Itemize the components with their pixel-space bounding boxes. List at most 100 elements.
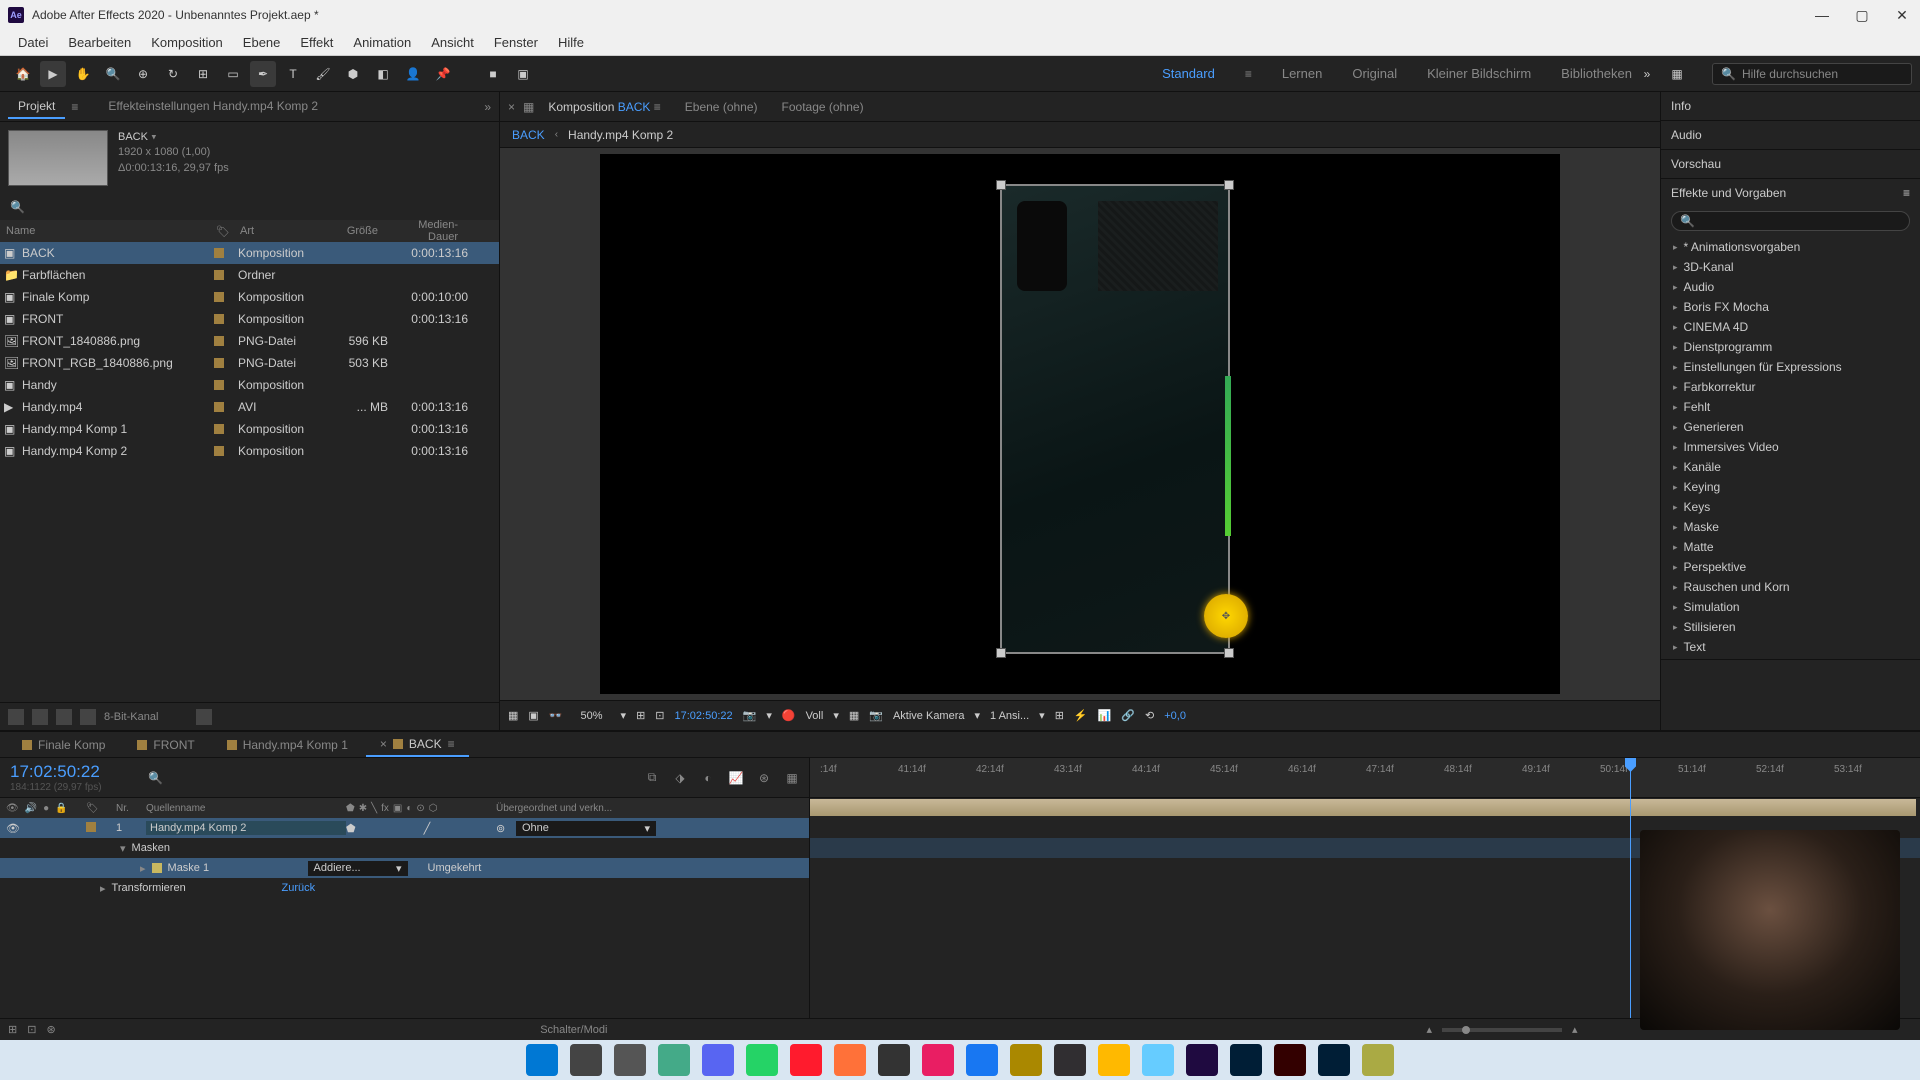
frame-blend-icon[interactable]: ⬗ — [671, 769, 689, 787]
project-search-icon[interactable]: 🔍 — [10, 200, 25, 214]
taskbar-explorer[interactable] — [658, 1044, 690, 1076]
interpret-icon[interactable] — [8, 709, 24, 725]
help-search[interactable]: 🔍 Hilfe durchsuchen — [1712, 63, 1912, 85]
effect-category[interactable]: Rauschen und Korn — [1661, 577, 1920, 597]
timeline-search-icon[interactable]: 🔍 — [148, 771, 163, 785]
zoom-level[interactable]: 50% — [573, 708, 611, 724]
taskbar-obs[interactable] — [1054, 1044, 1086, 1076]
shy-icon[interactable]: ⧉ — [643, 769, 661, 787]
project-item[interactable]: ▣Finale Komp Komposition 0:00:10:00 — [0, 286, 499, 308]
mask-invert[interactable]: Umgekehrt — [428, 862, 482, 874]
taskbar-ae[interactable] — [1186, 1044, 1218, 1076]
timeline-tab[interactable]: Finale Komp — [8, 734, 119, 756]
effect-category[interactable]: * Animationsvorgaben — [1661, 237, 1920, 257]
effect-category[interactable]: Keying — [1661, 477, 1920, 497]
zoom-tool[interactable]: 🔍 — [100, 61, 126, 87]
menu-animation[interactable]: Animation — [343, 35, 421, 50]
taskbar-app3[interactable] — [1362, 1044, 1394, 1076]
safe-icon[interactable]: ⊡ — [655, 709, 664, 722]
taskbar-firefox[interactable] — [834, 1044, 866, 1076]
timeline-tab[interactable]: FRONT — [123, 734, 208, 756]
playhead[interactable] — [1630, 758, 1631, 1018]
stroke-swatch[interactable]: ▣ — [510, 61, 536, 87]
taskbar-ai[interactable] — [1274, 1044, 1306, 1076]
puppet-tool[interactable]: 📌 — [430, 61, 456, 87]
comp-tab[interactable]: Komposition BACK ≡ — [538, 96, 670, 118]
effect-category[interactable]: Generieren — [1661, 417, 1920, 437]
effect-category[interactable]: Farbkorrektur — [1661, 377, 1920, 397]
handle-br[interactable] — [1224, 648, 1234, 658]
audio-panel-tab[interactable]: Audio — [1661, 121, 1920, 149]
menu-bearbeiten[interactable]: Bearbeiten — [58, 35, 141, 50]
hand-tool[interactable]: ✋ — [70, 61, 96, 87]
camera-dropdown[interactable]: Aktive Kamera — [893, 710, 965, 722]
resolution-dropdown[interactable]: Voll — [806, 710, 824, 722]
effect-settings-tab[interactable]: Effekteinstellungen Handy.mp4 Komp 2 — [98, 95, 328, 119]
effects-panel-tab[interactable]: Effekte und Vorgaben≡ — [1661, 179, 1920, 207]
toggle-brain-icon[interactable]: ⊛ — [46, 1023, 55, 1036]
bit-depth[interactable]: 8-Bit-Kanal — [104, 711, 158, 723]
toggle-switches-icon[interactable]: ⊞ — [8, 1023, 17, 1036]
project-item[interactable]: 🖼FRONT_1840886.png PNG-Datei 596 KB — [0, 330, 499, 352]
effect-category[interactable]: Immersives Video — [1661, 437, 1920, 457]
menu-effekt[interactable]: Effekt — [290, 35, 343, 50]
effect-category[interactable]: Boris FX Mocha — [1661, 297, 1920, 317]
transparency-icon[interactable]: ▦ — [849, 709, 859, 722]
timeline-timecode[interactable]: 17:02:50:22 — [10, 762, 130, 782]
effect-category[interactable]: Stilisieren — [1661, 617, 1920, 637]
timeline-icon[interactable]: 📊 — [1098, 709, 1112, 722]
reset-exposure-icon[interactable]: ⟲ — [1145, 709, 1154, 722]
motion-blur-icon[interactable]: ◐ — [699, 769, 717, 787]
comp-tab[interactable]: Ebene (ohne) — [675, 96, 768, 118]
col-tag[interactable]: 🏷 — [210, 225, 234, 238]
phone-layer[interactable]: ✥ — [1000, 184, 1230, 654]
timeline-tab[interactable]: Handy.mp4 Komp 1 — [213, 734, 362, 756]
project-item[interactable]: ▣Handy.mp4 Komp 1 Komposition 0:00:13:16 — [0, 418, 499, 440]
col-name[interactable]: Name — [0, 225, 210, 237]
new-folder-icon[interactable] — [56, 709, 72, 725]
workspace-lernen[interactable]: Lernen — [1282, 66, 1322, 81]
snapshot-icon[interactable]: 📷 — [743, 709, 757, 722]
flowchart-icon[interactable]: 🔗 — [1121, 709, 1135, 722]
switches-modes-toggle[interactable]: Schalter/Modi — [66, 1024, 1082, 1036]
menu-ebene[interactable]: Ebene — [233, 35, 291, 50]
taskbar-opera[interactable] — [790, 1044, 822, 1076]
project-item[interactable]: ▣BACK Komposition 0:00:13:16 — [0, 242, 499, 264]
effects-search[interactable]: 🔍 — [1671, 211, 1910, 231]
menu-hilfe[interactable]: Hilfe — [548, 35, 594, 50]
taskbar-ps[interactable] — [1230, 1044, 1262, 1076]
taskbar-app2[interactable] — [1010, 1044, 1042, 1076]
taskbar-folder[interactable] — [1098, 1044, 1130, 1076]
crumb-item[interactable]: Handy.mp4 Komp 2 — [568, 128, 673, 142]
pen-tool[interactable]: ✒ — [250, 61, 276, 87]
effect-category[interactable]: 3D-Kanal — [1661, 257, 1920, 277]
effect-category[interactable]: Text — [1661, 637, 1920, 657]
mask-mode-dropdown[interactable]: Addiere...▾ — [308, 861, 408, 876]
project-item[interactable]: ▣Handy.mp4 Komp 2 Komposition 0:00:13:16 — [0, 440, 499, 462]
effect-category[interactable]: Fehlt — [1661, 397, 1920, 417]
minimize-button[interactable]: — — [1812, 7, 1832, 24]
comp-tab[interactable]: Footage (ohne) — [772, 96, 874, 118]
project-item[interactable]: ▶Handy.mp4 AVI ... MB 0:00:13:16 — [0, 396, 499, 418]
project-item[interactable]: 🖼FRONT_RGB_1840886.png PNG-Datei 503 KB — [0, 352, 499, 374]
taskbar-windows[interactable] — [526, 1044, 558, 1076]
composition-viewer[interactable]: ✥ — [500, 148, 1660, 700]
pixel-aspect-icon[interactable]: ⊞ — [1055, 709, 1064, 722]
project-item[interactable]: ▣FRONT Komposition 0:00:13:16 — [0, 308, 499, 330]
taskbar-search[interactable] — [570, 1044, 602, 1076]
roto-tool[interactable]: 👤 — [400, 61, 426, 87]
view-dropdown[interactable]: 1 Ansi... — [990, 710, 1029, 722]
effect-category[interactable]: Matte — [1661, 537, 1920, 557]
effect-category[interactable]: Kanäle — [1661, 457, 1920, 477]
menu-ansicht[interactable]: Ansicht — [421, 35, 484, 50]
taskbar-notepad[interactable] — [1142, 1044, 1174, 1076]
timeline-tab[interactable]: × BACK ≡ — [366, 733, 469, 757]
transform-reset[interactable]: Zurück — [282, 882, 316, 894]
info-panel-tab[interactable]: Info — [1661, 92, 1920, 120]
crumb-back[interactable]: BACK — [512, 128, 545, 142]
effect-category[interactable]: Simulation — [1661, 597, 1920, 617]
effect-category[interactable]: Maske — [1661, 517, 1920, 537]
effect-category[interactable]: Einstellungen für Expressions — [1661, 357, 1920, 377]
camera-tool[interactable]: ⊞ — [190, 61, 216, 87]
home-icon[interactable]: 🏠 — [10, 61, 36, 87]
